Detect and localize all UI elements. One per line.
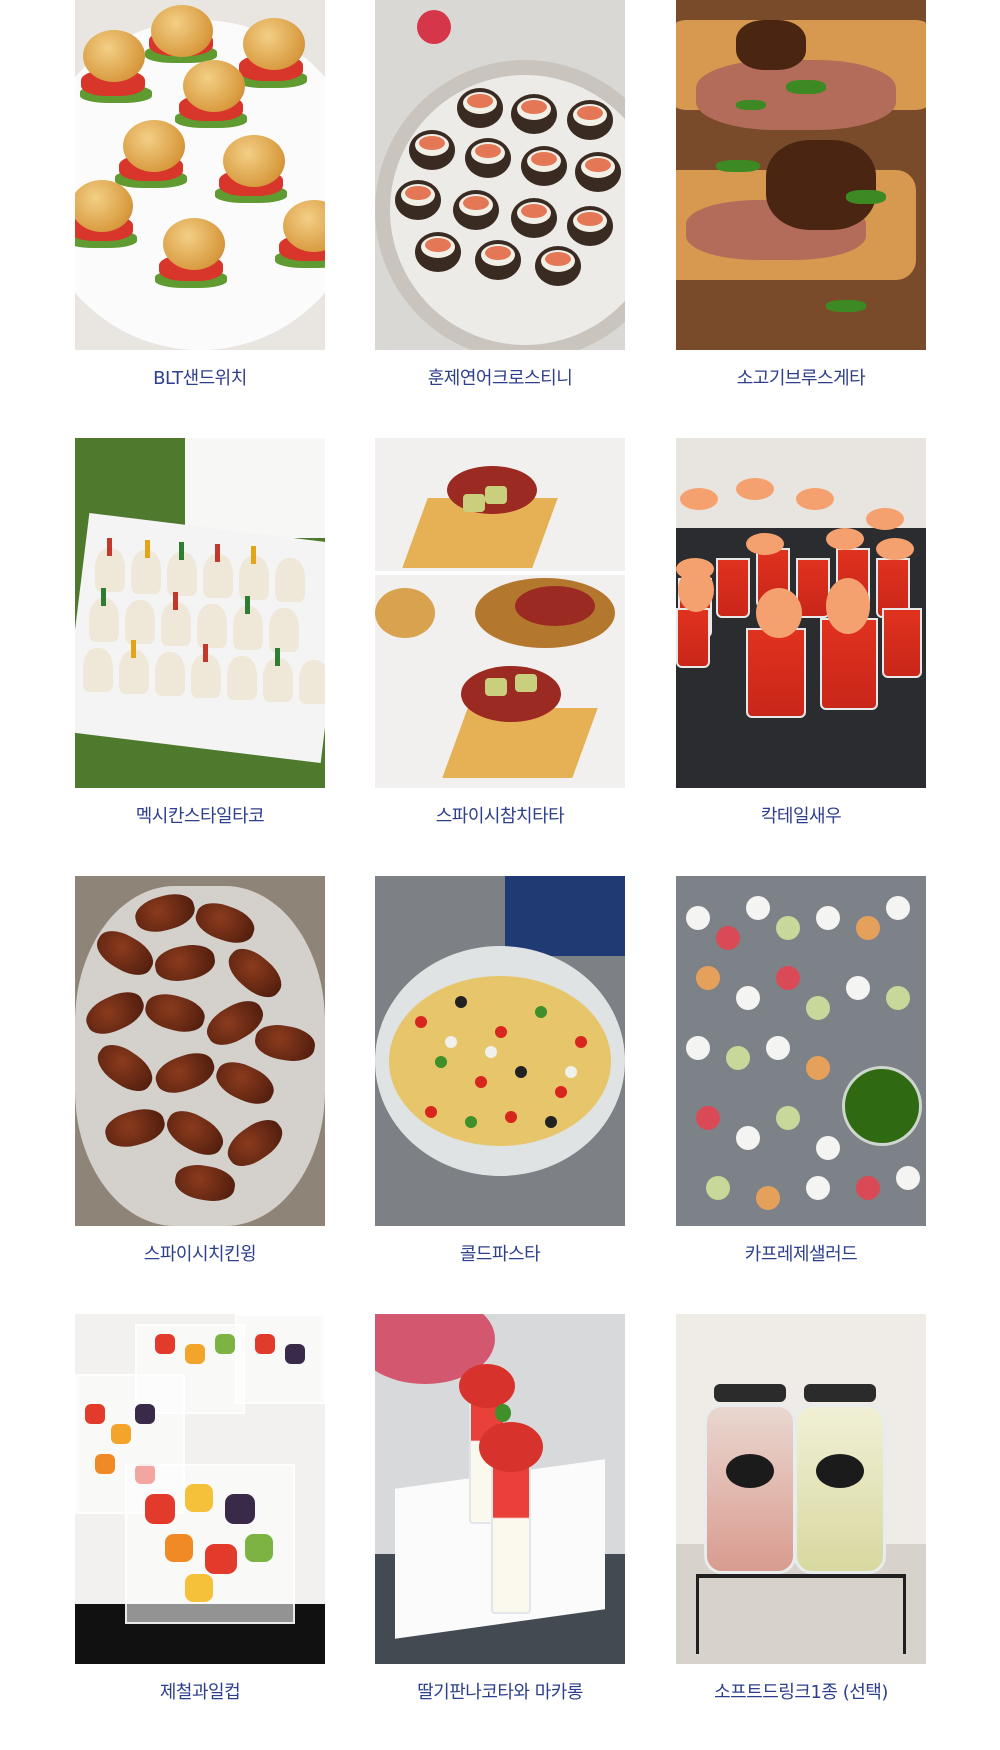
menu-item-label: 카프레제샐러드 — [744, 1244, 858, 1265]
menu-item-label: 콜드파스타 — [459, 1244, 541, 1265]
menu-item-label: 칵테일새우 — [760, 806, 842, 827]
menu-item-label: 소고기브루스게타 — [736, 368, 866, 389]
menu-item-label: 제철과일컵 — [159, 1682, 241, 1703]
menu-item-label: 멕시칸스타일타코 — [135, 806, 265, 827]
menu-item-label: 딸기판나코타와 마카롱 — [417, 1682, 583, 1703]
menu-item-label: 스파이시치킨윙 — [143, 1244, 257, 1265]
mexican-tacos-photo — [75, 438, 325, 788]
seasonal-fruit-cup-photo — [75, 1314, 325, 1664]
catering-menu-grid: BLT샌드위치 훈제연어크로스티니 소고기브루스게타 멕시칸스타일타코 스파이시… — [0, 0, 1000, 1750]
spicy-chicken-wings-photo — [75, 876, 325, 1226]
menu-item-salmon-crostini: 훈제연어크로스티니 — [375, 0, 625, 399]
menu-item-caprese-salad: 카프레제샐러드 — [676, 876, 926, 1275]
salmon-crostini-photo — [375, 0, 625, 350]
menu-item-label: 훈제연어크로스티니 — [427, 368, 573, 389]
blt-sandwich-photo — [75, 0, 325, 350]
spicy-tuna-tartare-photo — [375, 438, 625, 788]
menu-item-cocktail-shrimp: 칵테일새우 — [676, 438, 926, 837]
cold-pasta-photo — [375, 876, 625, 1226]
strawberry-panna-cotta-photo — [375, 1314, 625, 1664]
menu-item-spicy-chicken-wings: 스파이시치킨윙 — [75, 876, 325, 1275]
menu-item-soft-drink: 소프트드링크1종 (선택) — [676, 1314, 926, 1713]
beef-bruschetta-photo — [676, 0, 926, 350]
menu-item-seasonal-fruit-cup: 제철과일컵 — [75, 1314, 325, 1713]
menu-item-cold-pasta: 콜드파스타 — [375, 876, 625, 1275]
soft-drink-photo — [676, 1314, 926, 1664]
menu-item-mexican-tacos: 멕시칸스타일타코 — [75, 438, 325, 837]
menu-item-label: 스파이시참치타타 — [435, 806, 565, 827]
menu-item-label: BLT샌드위치 — [153, 368, 247, 389]
caprese-salad-photo — [676, 876, 926, 1226]
cocktail-shrimp-photo — [676, 438, 926, 788]
menu-item-strawberry-panna-cotta: 딸기판나코타와 마카롱 — [375, 1314, 625, 1713]
menu-item-label: 소프트드링크1종 (선택) — [714, 1682, 888, 1703]
menu-item-spicy-tuna-tartare: 스파이시참치타타 — [375, 438, 625, 837]
menu-item-beef-bruschetta: 소고기브루스게타 — [676, 0, 926, 399]
menu-item-blt-sandwich: BLT샌드위치 — [75, 0, 325, 399]
